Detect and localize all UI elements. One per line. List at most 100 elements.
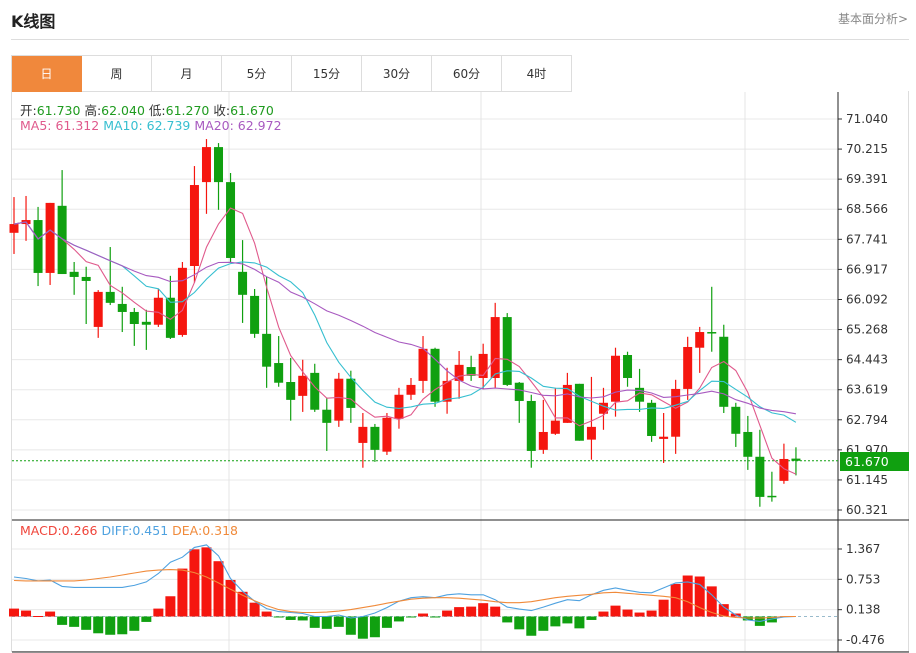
candle-body (611, 355, 620, 402)
candle (767, 471, 777, 502)
macd-bar (201, 547, 212, 617)
macd-bar (357, 616, 368, 639)
candle-body (153, 297, 163, 325)
candle-body (683, 346, 693, 389)
macd-bar (369, 616, 380, 638)
candle-body (719, 336, 729, 407)
kline-chart[interactable]: 71.040 70.215 69.391 68.566 67.741 66.917 66.0… (0, 0, 916, 653)
macd-bar (658, 599, 669, 617)
macd-tick-label: 1.367 (846, 542, 880, 556)
open-label: 开: (20, 103, 37, 118)
price-tick-label: 63.619 (846, 383, 888, 397)
macd-tick-label: 0.138 (846, 603, 880, 617)
candle-body (286, 382, 296, 400)
candle (9, 197, 19, 254)
candle-body (45, 202, 55, 273)
macd-bar (21, 610, 32, 617)
candle-body (707, 332, 717, 334)
candle-body (454, 364, 464, 381)
candle-body (250, 295, 260, 334)
diff-value: DIFF:0.451 (101, 523, 169, 538)
candle (33, 206, 43, 287)
candle (93, 290, 103, 338)
ma5-value: MA5: 61.312 (20, 118, 100, 133)
candle-body (238, 271, 248, 295)
candle-body (141, 321, 151, 325)
last-price-label: 61.670 (840, 452, 909, 471)
macd-bar (502, 616, 513, 623)
macd-bar (165, 596, 176, 617)
ma20-value: MA20: 62.972 (194, 118, 282, 133)
macd-tick-label: -0.476 (846, 633, 885, 647)
ohlc-info: 开:61.730 高:62.040 低:61.270 收:61.670 (20, 100, 274, 119)
macd-bar (526, 616, 537, 636)
macd-bar (538, 616, 549, 631)
price-tick-label: 64.443 (846, 353, 888, 367)
low-label: 低: (148, 103, 166, 118)
macd-bar (514, 616, 525, 630)
candle-body (358, 426, 368, 443)
candle (226, 172, 236, 264)
macd-bar (297, 616, 308, 621)
candle-body (214, 147, 224, 183)
candle-body (538, 431, 548, 450)
candle (478, 343, 488, 389)
price-tick-label: 60.321 (846, 503, 888, 517)
candle (129, 307, 139, 346)
candle (574, 383, 584, 441)
candle-body (33, 220, 43, 273)
candle (647, 399, 657, 442)
candle (514, 382, 524, 423)
candle-body (382, 417, 392, 452)
candle (406, 377, 416, 400)
candle (45, 202, 55, 285)
candle (250, 288, 260, 338)
candle (671, 379, 681, 454)
price-tick-label: 69.391 (846, 172, 888, 186)
candle-body (9, 224, 19, 233)
candle-body (322, 409, 332, 423)
macd-info: MACD:0.266 DIFF:0.451 DEA:0.318 (20, 523, 238, 538)
price-tick-label: 71.040 (846, 112, 888, 126)
macd-bar (309, 616, 320, 628)
candle (214, 143, 224, 210)
macd-bar (610, 605, 621, 617)
macd-bar (430, 616, 441, 618)
macd-bar (285, 616, 296, 620)
candle-body (550, 420, 560, 434)
macd-bar (550, 616, 561, 627)
macd-bar (189, 549, 200, 617)
candle-body (586, 426, 596, 440)
candle (526, 394, 536, 468)
price-tick-label: 68.566 (846, 202, 888, 216)
candle-body (189, 185, 199, 267)
candle (21, 195, 31, 241)
price-tick-label: 62.794 (846, 413, 888, 427)
ma-info: MA5: 61.312 MA10: 62.739 MA20: 62.972 (20, 118, 282, 133)
dea-value: DEA:0.318 (172, 523, 239, 538)
candle (346, 370, 356, 423)
candle-body (791, 458, 801, 461)
candle-body (129, 311, 139, 325)
candle (538, 399, 548, 454)
macd-bar (225, 579, 236, 617)
candle-body (514, 382, 524, 401)
candle-body (201, 147, 211, 183)
candle (598, 387, 608, 430)
macd-bar (562, 616, 573, 624)
candle (165, 275, 175, 339)
candle-body (310, 372, 320, 410)
candle (310, 363, 320, 412)
high-label: 高: (84, 103, 102, 118)
candle (286, 357, 296, 421)
low-value: 61.270 (165, 103, 210, 118)
macd-bar (69, 616, 80, 627)
candle (502, 313, 512, 387)
macd-bar (586, 616, 597, 620)
ma10-value: MA10: 62.739 (103, 118, 191, 133)
macd-bar (321, 616, 332, 629)
candle (659, 413, 669, 463)
macd-bar (646, 610, 657, 617)
candle-body (490, 317, 500, 378)
macd-bar (405, 616, 416, 618)
